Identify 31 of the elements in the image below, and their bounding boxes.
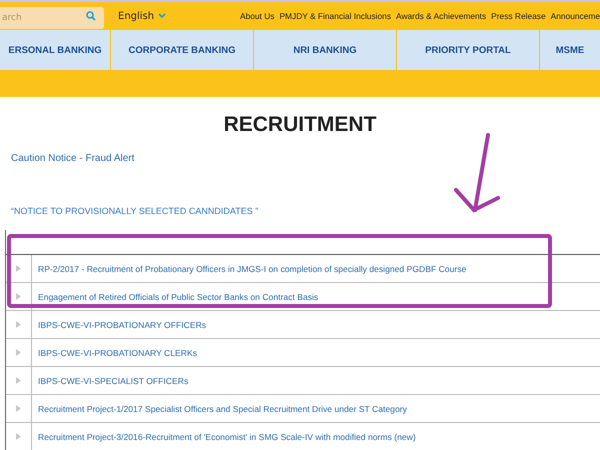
expand-arrow-icon[interactable] (16, 405, 21, 412)
nav-tab[interactable]: MSME (540, 30, 600, 70)
top-link[interactable]: About Us (240, 11, 274, 21)
top-link[interactable]: Announceme (550, 11, 600, 21)
nav-tab[interactable]: PRIORITY PORTAL (397, 30, 539, 70)
caution-link[interactable]: Caution Notice - Fraud Alert (11, 153, 134, 164)
recruitment-link[interactable]: IBPS-CWE-VI-PROBATIONARY CLERKs (38, 348, 198, 358)
expand-arrow-icon[interactable] (16, 293, 21, 300)
notice-link[interactable]: “NOTICE TO PROVISIONALLY SELECTED CANNDIDATES ” (11, 206, 258, 216)
nav-tab[interactable]: NRI BANKING (254, 30, 396, 70)
top-link[interactable]: PMJDY & Financial Inclusions (279, 11, 392, 21)
chevron-down-icon (158, 13, 166, 19)
language-dropdown[interactable]: English (118, 10, 166, 22)
nav-tab[interactable]: ERSONAL BANKING (0, 30, 110, 70)
expand-arrow-icon[interactable] (16, 377, 21, 384)
recruitment-link[interactable]: Recruitment Project-3/2016-Recruitment of 'Economist' in SMG Scale-IV with modified norms (new) (38, 432, 416, 442)
expand-arrow-icon[interactable] (16, 321, 21, 328)
recruitment-link[interactable]: Recruitment Project-1/2017 Specialist Officers and Special Recruitment Drive under ST Category (38, 404, 407, 414)
search-icon[interactable] (86, 11, 96, 21)
nav-tab[interactable]: CORPORATE BANKING (111, 30, 253, 70)
recruitment-link[interactable]: RP-2/2017 - Recruitment of Probationary Officers in JMGS-I on completion of specially designed PGDBF Course (38, 264, 466, 274)
recruitment-link[interactable]: Engagement of Retired Officials of Public Sector Banks on Contract Basis (38, 292, 318, 302)
top-link[interactable]: Awards & Achievements (396, 11, 486, 21)
expand-arrow-icon[interactable] (16, 349, 21, 356)
recruitment-link[interactable]: IBPS-CWE-VI-PROBATIONARY OFFICERs (38, 320, 206, 330)
top-link[interactable]: Press Release (491, 11, 546, 21)
expand-arrow-icon[interactable] (16, 265, 21, 272)
recruitment-link[interactable]: IBPS-CWE-VI-SPECIALIST OFFICERs (38, 376, 188, 386)
page-title: RECRUITMENT (222, 113, 378, 137)
expand-arrow-icon[interactable] (16, 433, 21, 440)
search-field[interactable]: arch (0, 7, 104, 29)
